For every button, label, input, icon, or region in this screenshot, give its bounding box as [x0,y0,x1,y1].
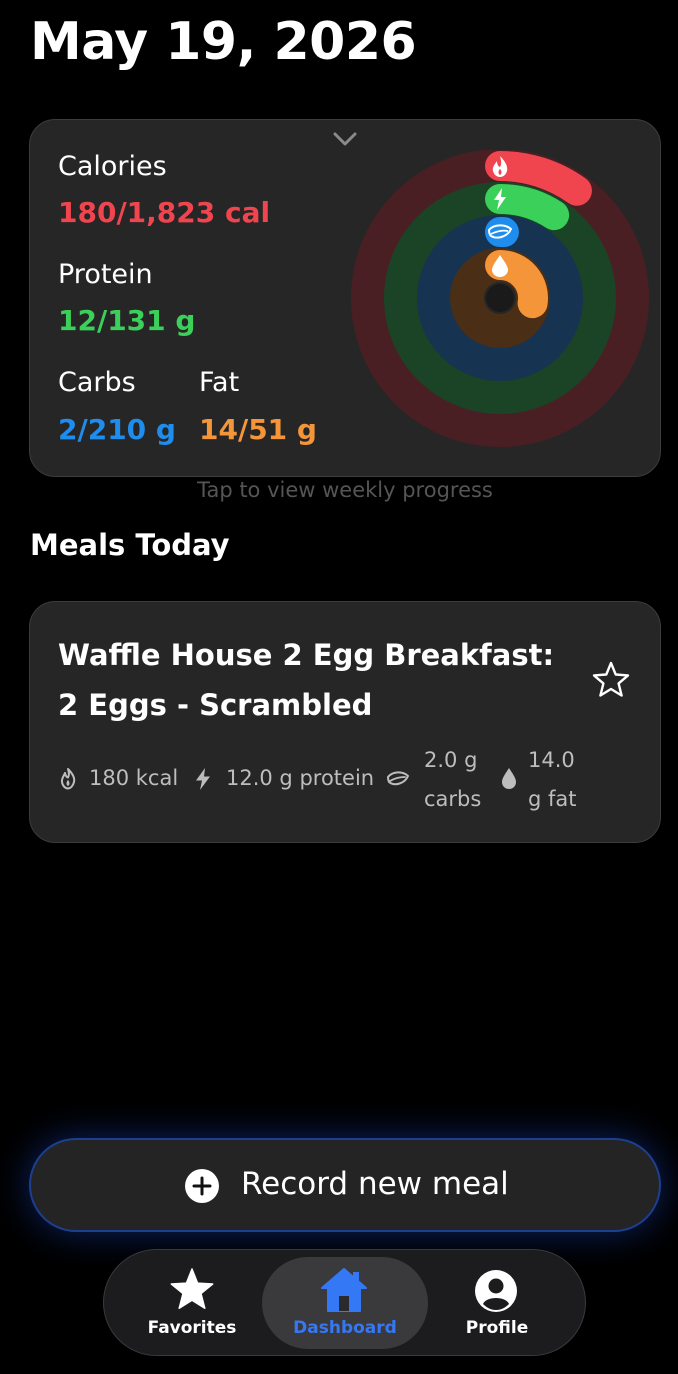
calories-value: 180/1,823 cal [58,196,271,229]
carbs-label: Carbs [58,367,136,398]
tab-dashboard-label: Dashboard [293,1318,397,1338]
macro-rings[interactable] [350,150,650,450]
ring-center [486,284,514,312]
meal-calories: 180 kcal [89,766,179,790]
weekly-progress-hint: Tap to view weekly progress [197,478,493,502]
meal-name: Waffle House 2 Egg Breakfast: 2 Eggs - S… [58,638,555,722]
page-title: May 19, 2026 [30,12,417,72]
person-icon[interactable] [474,1269,518,1313]
meal-fat-amount: 14.0 [528,748,575,772]
meal-protein: 12.0 g protein [226,766,375,790]
meal-fat-unit: g fat [528,787,577,811]
leaf-icon [387,771,409,786]
bolt-icon [196,768,210,790]
calories-label: Calories [58,151,167,182]
home-icon [321,1268,367,1312]
carbs-value: 2/210 g [58,413,176,446]
protein-value: 12/131 g [58,304,196,337]
fat-value: 14/51 g [199,413,317,446]
tab-favorites[interactable]: Favorites [122,1318,262,1338]
favorite-star-icon[interactable] [591,660,631,700]
drop-icon [502,768,516,789]
protein-ring-progress [485,184,570,231]
meal-carbs-unit: carbs [424,787,482,811]
protein-label: Protein [58,259,153,290]
flame-icon [60,768,76,790]
star-icon[interactable] [169,1267,215,1313]
tab-profile[interactable]: Profile [427,1318,567,1338]
record-new-meal-label: Record new meal [241,1166,509,1202]
meal-carbs-amount: 2.0 g [424,748,478,772]
plus-circle-icon [185,1169,219,1203]
fat-label: Fat [199,367,240,398]
meals-section-title: Meals Today [30,528,230,562]
chevron-down-icon[interactable] [331,130,359,148]
